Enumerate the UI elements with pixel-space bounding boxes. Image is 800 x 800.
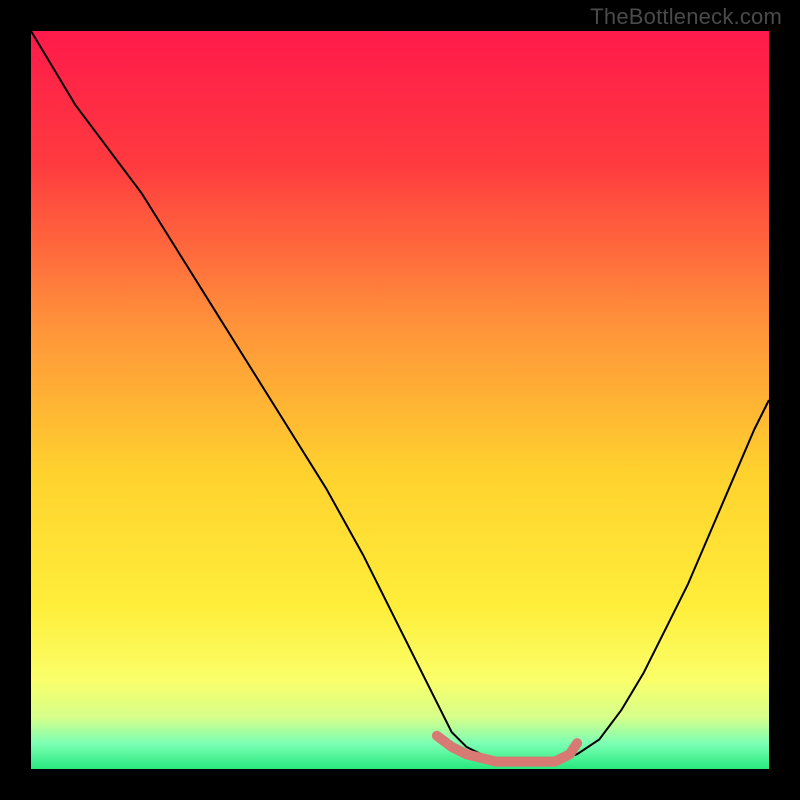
chart-background [31,31,769,769]
chart-container: TheBottleneck.com [0,0,800,800]
watermark-text: TheBottleneck.com [590,4,782,30]
chart-svg [31,31,769,769]
plot-area [31,31,769,769]
